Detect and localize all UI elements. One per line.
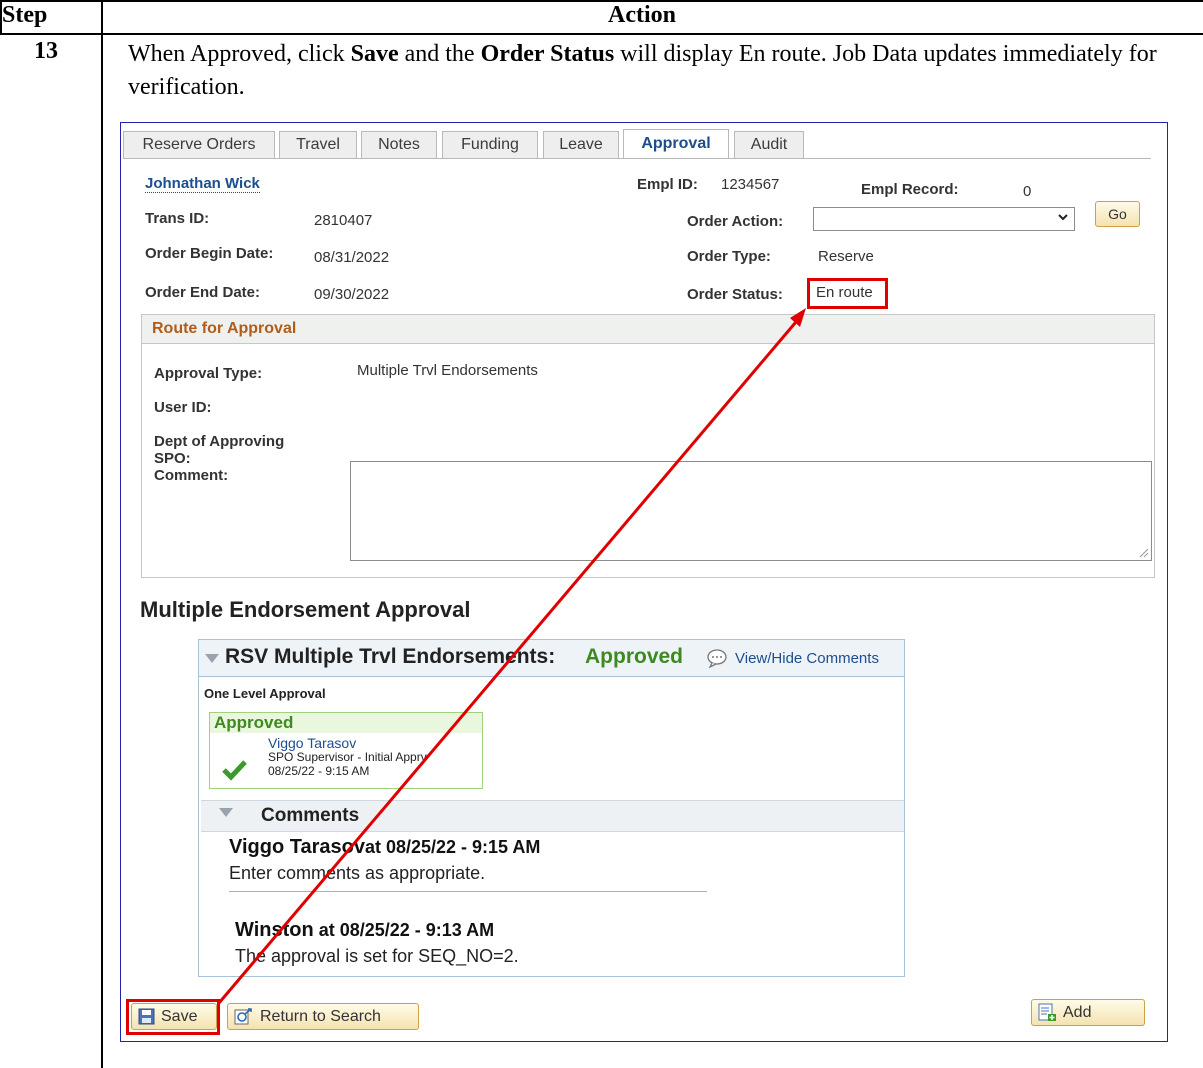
view-hide-comments-link[interactable]: View/Hide Comments bbox=[735, 650, 879, 667]
checkmark-icon bbox=[222, 760, 247, 781]
approval-type-label: Approval Type: bbox=[154, 365, 263, 382]
header-step: Step bbox=[2, 2, 48, 28]
empl-id-label: Empl ID: bbox=[637, 176, 698, 193]
comment-timestamp: at 08/25/22 - 9:15 AM bbox=[364, 837, 541, 857]
add-document-icon bbox=[1038, 1003, 1056, 1021]
order-end-date-value: 09/30/2022 bbox=[314, 286, 390, 303]
order-begin-date-value: 08/31/2022 bbox=[314, 249, 390, 266]
tab-audit[interactable]: Audit bbox=[734, 131, 804, 158]
approval-level: One Level Approval bbox=[204, 686, 326, 701]
empl-record-label: Empl Record: bbox=[861, 181, 959, 198]
peoplesoft-screenshot: Reserve Orders Travel Notes Funding Leav… bbox=[120, 122, 1168, 1042]
save-button-highlight bbox=[126, 999, 220, 1035]
instruction-part1: When Approved, click bbox=[128, 41, 351, 67]
comment-item: Viggo Tarasovat 08/25/22 - 9:15 AM Enter… bbox=[229, 836, 540, 884]
tab-approval[interactable]: Approval bbox=[623, 129, 729, 158]
user-id-label: User ID: bbox=[154, 399, 212, 416]
trans-id-value: 2810407 bbox=[314, 212, 373, 229]
comment-author: Viggo Tarasov bbox=[229, 836, 365, 858]
collapse-triangle-icon[interactable] bbox=[219, 808, 233, 817]
order-type-label: Order Type: bbox=[687, 248, 771, 265]
add-button[interactable]: Add bbox=[1031, 999, 1145, 1026]
empl-record-value: 0 bbox=[1023, 183, 1032, 200]
return-to-search-label: Return to Search bbox=[260, 1007, 381, 1025]
comment-text: Enter comments as appropriate. bbox=[229, 863, 486, 883]
approver-box: Approved Viggo Tarasov SPO Supervisor - … bbox=[209, 712, 483, 789]
order-type-value: Reserve bbox=[818, 248, 874, 265]
chevron-down-icon bbox=[1058, 214, 1068, 221]
endorsement-panel-status: Approved bbox=[585, 645, 684, 668]
order-action-label: Order Action: bbox=[687, 213, 784, 230]
return-to-search-button[interactable]: Return to Search bbox=[227, 1003, 419, 1030]
order-action-select[interactable] bbox=[813, 207, 1075, 231]
comment-label: Comment: bbox=[154, 467, 229, 484]
job-aid-page: Step Action 13 When Approved, click Save… bbox=[0, 0, 1203, 1068]
comment-bubble-icon[interactable] bbox=[706, 648, 728, 668]
approver-time: 08/25/22 - 9:15 AM bbox=[268, 764, 370, 778]
tab-reserve-orders[interactable]: Reserve Orders bbox=[123, 131, 275, 158]
order-end-date-label: Order End Date: bbox=[145, 284, 261, 301]
endorsement-panel: RSV Multiple Trvl Endorsements: Approved… bbox=[198, 639, 905, 977]
order-status-label: Order Status: bbox=[687, 286, 783, 303]
tab-baseline bbox=[123, 158, 1151, 159]
comment-item: Winston at 08/25/22 - 9:13 AM The approv… bbox=[235, 919, 519, 967]
comment-timestamp: at 08/25/22 - 9:13 AM bbox=[313, 920, 495, 940]
approver-name-link[interactable]: Viggo Tarasov bbox=[268, 735, 356, 751]
tab-funding[interactable]: Funding bbox=[442, 131, 538, 158]
table-column-divider bbox=[101, 0, 103, 1068]
dept-label-line2: SPO: bbox=[154, 450, 191, 467]
step-number: 13 bbox=[34, 38, 58, 64]
endorsement-panel-header: RSV Multiple Trvl Endorsements: Approved… bbox=[199, 640, 904, 677]
comment-text: The approval is set for SEQ_NO=2. bbox=[235, 946, 519, 966]
multiple-endorsement-title: Multiple Endorsement Approval bbox=[140, 597, 471, 622]
instruction-order-status-word: Order Status bbox=[480, 41, 615, 67]
comment-textarea[interactable] bbox=[350, 461, 1152, 561]
search-return-icon bbox=[234, 1007, 252, 1024]
header-action: Action bbox=[608, 2, 676, 28]
approver-box-status: Approved bbox=[210, 713, 482, 733]
resize-grip-icon[interactable] bbox=[1137, 546, 1149, 558]
table-header-divider bbox=[0, 33, 1203, 35]
order-status-highlight bbox=[807, 278, 888, 309]
order-begin-date-label: Order Begin Date: bbox=[145, 245, 274, 262]
dept-label-line1: Dept of Approving bbox=[154, 433, 285, 450]
route-panel-title: Route for Approval bbox=[152, 320, 297, 337]
route-for-approval-panel: Route for Approval Approval Type: Multip… bbox=[141, 314, 1155, 578]
tab-leave[interactable]: Leave bbox=[543, 131, 619, 158]
comment-separator bbox=[229, 891, 707, 892]
collapse-triangle-icon[interactable] bbox=[205, 654, 219, 663]
route-panel-header: Route for Approval bbox=[142, 315, 1154, 344]
instruction-save-word: Save bbox=[350, 41, 399, 67]
comments-header: Comments bbox=[201, 800, 904, 832]
tab-travel[interactable]: Travel bbox=[279, 131, 357, 158]
instruction-text: When Approved, click Save and the Order … bbox=[128, 38, 1188, 104]
empl-id-value: 1234567 bbox=[721, 176, 780, 193]
add-button-label: Add bbox=[1063, 1003, 1092, 1021]
trans-id-label: Trans ID: bbox=[145, 210, 210, 227]
table-top-border bbox=[0, 0, 1203, 2]
approver-role: SPO Supervisor - Initial Apprv bbox=[268, 750, 427, 764]
tab-notes[interactable]: Notes bbox=[361, 131, 437, 158]
comment-author: Winston bbox=[235, 919, 314, 941]
comments-title: Comments bbox=[261, 805, 360, 826]
instruction-part2: and the bbox=[398, 41, 481, 67]
approval-type-value: Multiple Trvl Endorsements bbox=[357, 362, 538, 379]
endorsement-panel-title: RSV Multiple Trvl Endorsements: bbox=[225, 645, 556, 668]
go-button[interactable]: Go bbox=[1095, 201, 1140, 227]
employee-name-link[interactable]: Johnathan Wick bbox=[145, 175, 260, 193]
